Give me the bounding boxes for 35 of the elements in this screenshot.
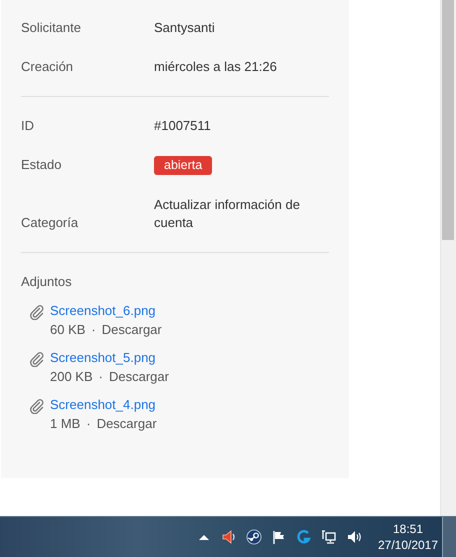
file-size: 60 KB <box>50 321 86 339</box>
paperclip-icon <box>29 351 45 367</box>
status-badge: abierta <box>154 156 212 175</box>
file-size: 200 KB <box>50 368 93 386</box>
field-value: Actualizar información de cuenta <box>154 196 301 232</box>
file-size: 1 MB <box>50 415 80 433</box>
field-value: Santysanti <box>154 19 216 37</box>
paperclip-icon <box>29 398 45 414</box>
paperclip-icon <box>29 304 45 320</box>
network-icon[interactable] <box>321 529 337 545</box>
field-value: #1007511 <box>154 117 212 135</box>
hook-logo-icon[interactable] <box>296 529 312 545</box>
section-title: Adjuntos <box>21 273 73 291</box>
field-label: Solicitante <box>21 19 82 37</box>
download-link[interactable]: Descargar <box>96 414 157 433</box>
download-link[interactable]: Descargar <box>109 367 169 386</box>
round-logo-icon[interactable] <box>246 529 262 545</box>
field-label: Estado <box>21 156 62 174</box>
field-value: miércoles a las 21:26 <box>154 58 278 76</box>
separator-dot: · <box>86 415 91 433</box>
flag-icon[interactable] <box>271 529 287 545</box>
scrollbar-thumb[interactable] <box>442 0 454 240</box>
separator-dot: · <box>91 321 96 339</box>
file-link[interactable]: Screenshot_5.png <box>50 348 169 367</box>
download-link[interactable]: Descargar <box>102 320 162 339</box>
clock[interactable]: 18:51 27/10/2017 <box>378 521 438 553</box>
volume-icon[interactable] <box>346 529 362 545</box>
field-label: Categoría <box>21 214 80 232</box>
separator-dot: · <box>98 368 103 386</box>
speaker-icon[interactable] <box>221 529 237 545</box>
scrollbar[interactable] <box>440 0 456 516</box>
field-label: ID <box>21 117 35 135</box>
file-link[interactable]: Screenshot_4.png <box>50 395 157 414</box>
field-label: Creación <box>21 58 74 76</box>
file-link[interactable]: Screenshot_6.png <box>50 301 162 320</box>
